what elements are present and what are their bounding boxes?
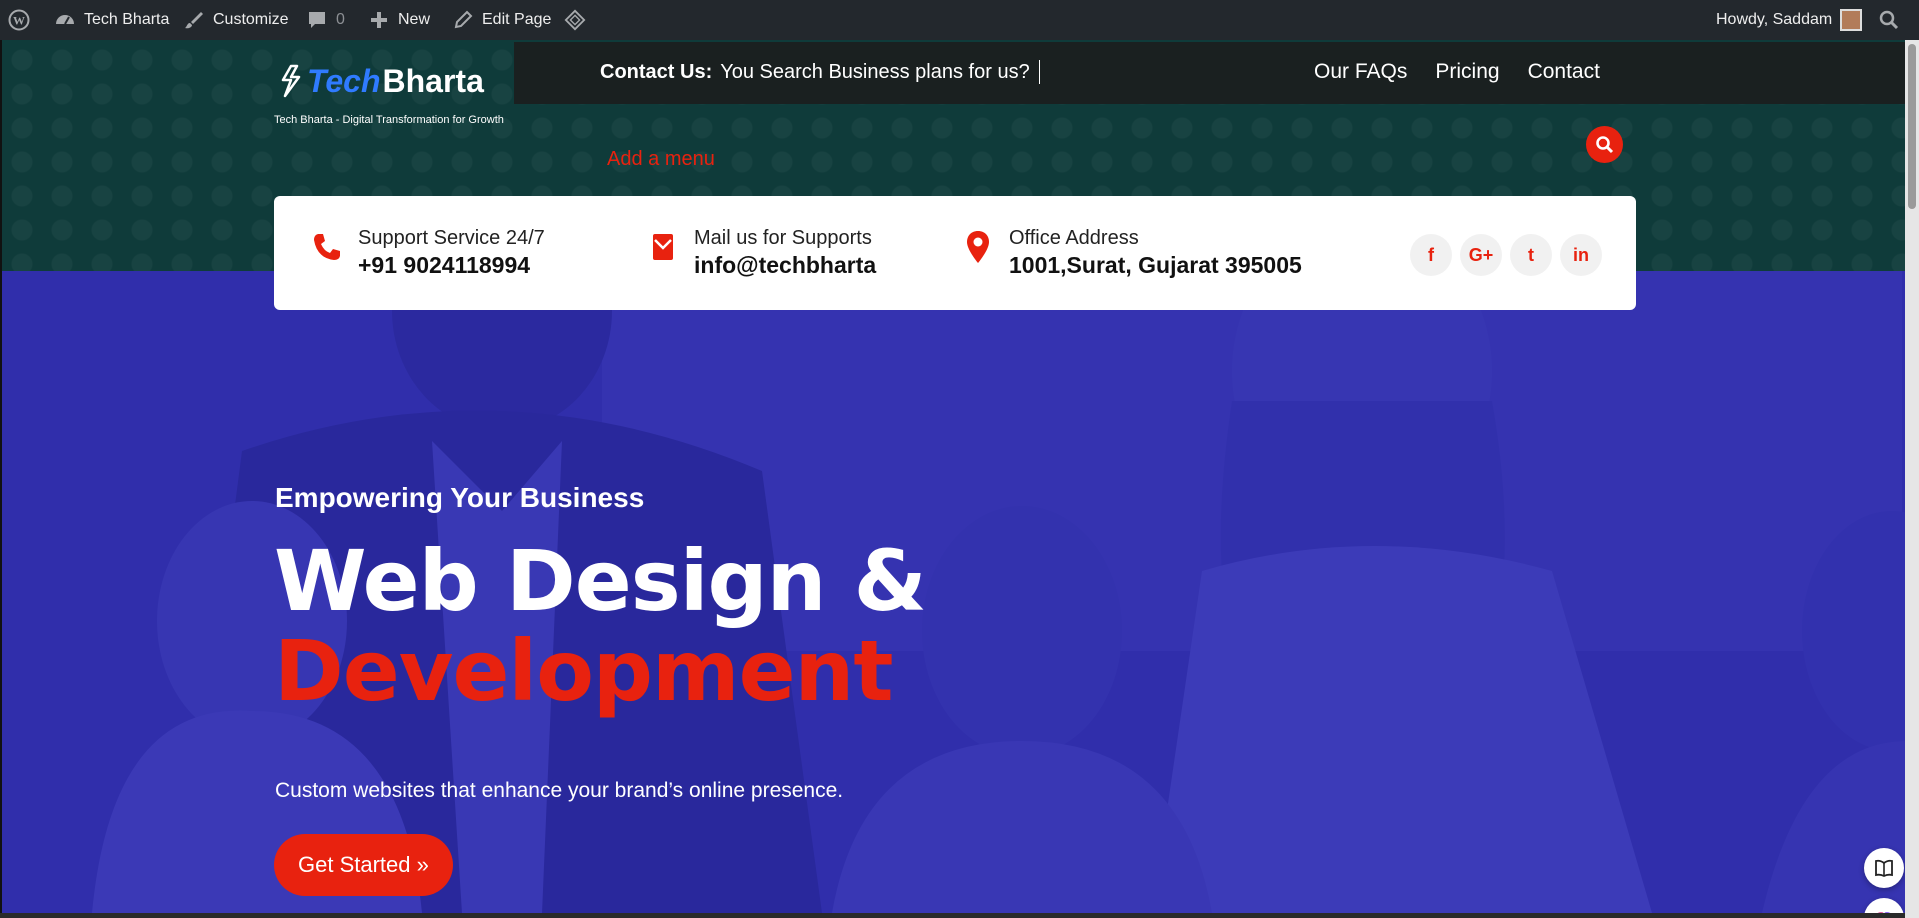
main-nav: Our FAQs Pricing Contact: [1314, 60, 1600, 84]
support-info: Support Service 24/7 +91 9024118994: [310, 226, 545, 280]
comment-count: 0: [336, 11, 345, 28]
hero-title-line2: Development: [274, 622, 894, 720]
nav-link-contact[interactable]: Contact: [1528, 60, 1600, 84]
edit-page-link[interactable]: Edit Page: [452, 0, 551, 40]
bottom-edge: [0, 913, 1905, 918]
pencil-icon: [452, 9, 474, 31]
social-links: f G+ t in: [1410, 234, 1602, 276]
office-address: 1001,Surat, Gujarat 395005: [1009, 252, 1302, 278]
brain-icon: [1877, 912, 1891, 913]
comments-link[interactable]: 0: [306, 0, 345, 40]
svg-text:W: W: [13, 14, 25, 28]
contact-info-card: Support Service 24/7 +91 9024118994 Mail…: [274, 196, 1636, 310]
text-caret: [1038, 60, 1040, 84]
office-label: Office Address: [1009, 227, 1139, 249]
dashboard-icon: [54, 9, 76, 31]
office-info: Office Address 1001,Surat, Gujarat 39500…: [961, 226, 1302, 280]
location-pin-icon: [961, 230, 995, 264]
admin-bar: W Tech Bharta Customize 0 New Edit Page: [0, 0, 1919, 40]
logo-mark-icon: [281, 64, 301, 98]
site-tagline: Tech Bharta - Digital Transformation for…: [274, 114, 504, 126]
plugin-diamond-link[interactable]: [564, 0, 586, 40]
hero-title-line1: Web Design &: [274, 532, 927, 630]
site-name-menu[interactable]: Tech Bharta: [54, 0, 169, 40]
new-label: New: [398, 11, 431, 28]
hero-section: Empowering Your Business Web Design & De…: [2, 271, 1905, 913]
wordpress-icon: W: [8, 9, 30, 31]
contact-text[interactable]: You Search Business plans for us?: [720, 61, 1029, 84]
comment-bubble-icon: [306, 9, 328, 31]
twitter-icon[interactable]: t: [1510, 234, 1552, 276]
hero-eyebrow: Empowering Your Business: [275, 482, 645, 513]
mail-label: Mail us for Supports: [694, 227, 872, 249]
add-menu-link[interactable]: Add a menu: [607, 148, 715, 171]
avatar: [1840, 9, 1863, 31]
mail-address[interactable]: info@techbharta: [694, 250, 876, 280]
google-plus-icon[interactable]: G+: [1460, 234, 1502, 276]
site-page: Tech Bharta Tech Bharta - Digital Transfo…: [0, 40, 1905, 913]
new-content-menu[interactable]: New: [368, 0, 430, 40]
howdy-label: Howdy, Saddam: [1716, 11, 1833, 28]
search-icon: [1878, 9, 1900, 31]
support-phone[interactable]: +91 9024118994: [358, 250, 545, 280]
scrollbar-thumb[interactable]: [1908, 44, 1916, 209]
support-label: Support Service 24/7: [358, 227, 545, 249]
reader-mode-button[interactable]: [1864, 848, 1904, 888]
page-scrollbar[interactable]: [1905, 40, 1919, 918]
mail-icon: [646, 230, 680, 264]
edit-page-label: Edit Page: [482, 11, 552, 28]
logo-text-bharta: Bharta: [382, 62, 484, 99]
search-icon: [1595, 135, 1613, 153]
wordpress-logo-icon[interactable]: W: [8, 0, 30, 40]
nav-link-pricing[interactable]: Pricing: [1435, 60, 1499, 84]
customize-label: Customize: [213, 11, 289, 28]
header-search-button[interactable]: [1586, 126, 1623, 163]
mail-info: Mail us for Supports info@techbharta: [646, 226, 876, 280]
admin-search[interactable]: [1878, 0, 1900, 40]
facebook-icon[interactable]: f: [1410, 234, 1452, 276]
customize-link[interactable]: Customize: [183, 0, 289, 40]
linkedin-icon[interactable]: in: [1560, 234, 1602, 276]
logo-text-tech: Tech: [307, 62, 381, 99]
book-icon: [1875, 859, 1893, 878]
phone-icon: [310, 230, 344, 264]
contact-line: Contact Us: You Search Business plans fo…: [600, 60, 1040, 84]
contact-label: Contact Us:: [600, 60, 713, 83]
my-account-menu[interactable]: Howdy, Saddam: [1716, 0, 1863, 40]
site-name-label: Tech Bharta: [84, 11, 170, 28]
hero-subtitle: Custom websites that enhance your brand’…: [275, 779, 844, 802]
nav-link-faqs[interactable]: Our FAQs: [1314, 60, 1407, 84]
diamond-icon: [564, 9, 586, 31]
get-started-button[interactable]: Get Started »: [274, 834, 453, 896]
plus-icon: [368, 9, 390, 31]
site-logo[interactable]: Tech Bharta: [277, 60, 484, 102]
paintbrush-icon: [183, 9, 205, 31]
